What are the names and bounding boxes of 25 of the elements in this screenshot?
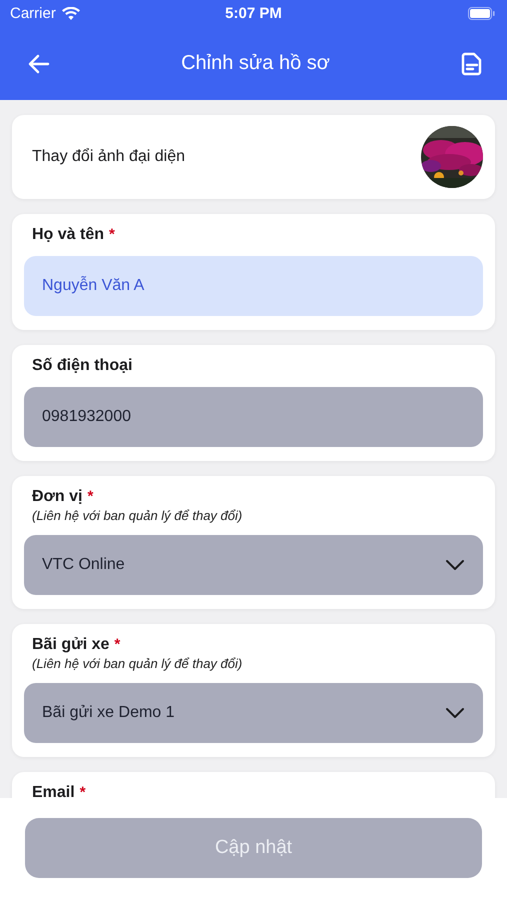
input-field[interactable]: Nguyễn Văn A (24, 256, 483, 316)
required-mark: * (80, 784, 86, 798)
field-label: Số điện thoại (32, 357, 132, 375)
back-arrow-icon (28, 54, 50, 74)
required-mark: * (109, 226, 115, 243)
avatar-card[interactable]: Thay đổi ảnh đại diện (12, 115, 495, 199)
field-note: (Liên hệ với ban quản lý để thay đổi) (31, 508, 244, 523)
field-label: Email (32, 784, 75, 798)
carrier-text: Carrier (10, 5, 56, 22)
chevron-down-icon (445, 559, 465, 571)
field-note: (Liên hệ với ban quản lý để thay đổi) (31, 656, 244, 671)
field-label: Bãi gửi xe (32, 636, 110, 654)
required-mark: * (114, 636, 120, 653)
screen-title: Chỉnh sửa hồ sơ (181, 52, 330, 75)
document-button[interactable] (461, 52, 483, 76)
status-time: 5:07 PM (225, 5, 282, 22)
field-label: Đơn vị (32, 488, 82, 506)
document-icon (461, 52, 483, 76)
back-button[interactable] (28, 54, 50, 74)
required-mark: * (88, 488, 94, 505)
field-label: Họ và tên (32, 226, 104, 244)
chevron-down-icon (445, 707, 465, 719)
change-avatar-label: Thay đổi ảnh đại diện (32, 148, 185, 166)
battery-icon (468, 7, 495, 20)
wifi-icon (62, 7, 80, 20)
